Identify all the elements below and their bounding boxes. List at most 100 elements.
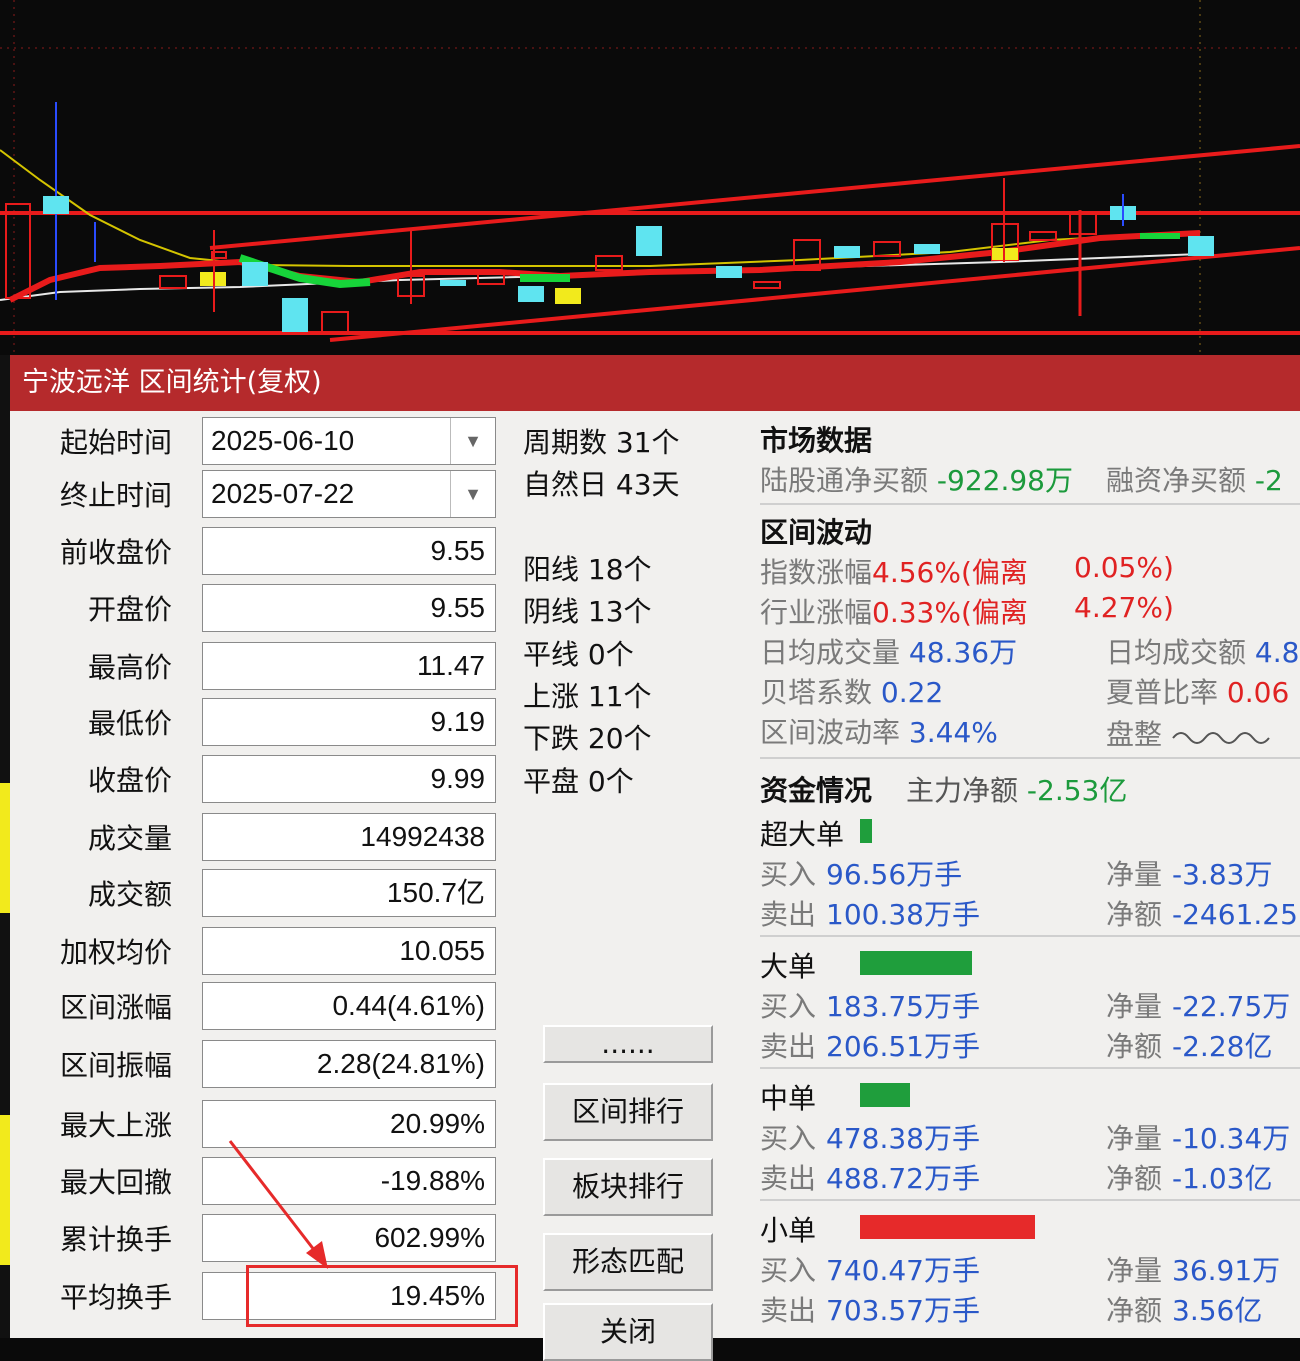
order-group-name: 小单 <box>760 1214 817 1247</box>
volatility-rate-value: 3.44% <box>908 716 998 749</box>
sector-rank-button[interactable]: 板块排行 <box>543 1158 713 1216</box>
volatility-rate: 区间波动率 3.44% <box>760 711 998 751</box>
divider <box>760 1067 1300 1069</box>
field-value-text: 11.47 <box>417 650 485 681</box>
sharpe: 夏普比率 0.06 <box>1106 671 1289 711</box>
field-label: 成交量 <box>87 822 172 855</box>
dialog-title[interactable]: 宁波远洋 区间统计(复权) <box>10 355 1300 411</box>
margin-net-buy-value: -2 <box>1254 464 1283 497</box>
avg-amount-value: 4.8 <box>1254 636 1300 669</box>
chevron-down-icon[interactable]: ▼ <box>450 418 495 464</box>
net-qty-label: 净量 <box>1106 1254 1163 1287</box>
net-qty-label: 净量 <box>1106 990 1163 1023</box>
red-arrow-icon <box>228 1140 328 1269</box>
buy-value: 478.38万手 <box>826 1122 980 1155</box>
field-value-text: 2025-07-22 <box>211 478 355 509</box>
field-value: 9.19 <box>202 698 496 746</box>
stat-periods: 周期数 31个 <box>523 426 680 459</box>
industry-change: 行业涨幅0.33%(偏离 <box>760 591 1028 631</box>
sell-value: 206.51万手 <box>826 1030 980 1063</box>
field-value: 11.47 <box>202 642 496 690</box>
field-value-text: 9.55 <box>430 592 486 623</box>
net-qty: 净量 -3.83万 <box>1106 853 1272 893</box>
field-label: 终止时间 <box>59 479 172 512</box>
yellow-strip <box>0 1115 10 1265</box>
close-button[interactable]: 关闭 <box>543 1303 713 1361</box>
industry-change-label: 行业涨幅 <box>760 596 873 629</box>
date-select[interactable]: 2025-07-22 ▼ <box>202 470 496 518</box>
net-qty-value: 36.91万 <box>1172 1254 1281 1287</box>
stat-down: 下跌 20个 <box>523 722 652 755</box>
interval-stats-dialog: 宁波远洋 区间统计(复权) 起始时间 2025-06-10 ▼ 终止时间 2025-07… <box>10 355 1300 1361</box>
order-group-bar <box>860 1083 910 1107</box>
order-group-name: 中单 <box>760 1082 817 1115</box>
net-amt-value: -2461.25 <box>1172 898 1298 931</box>
stat-yang: 阳线 18个 <box>523 553 652 586</box>
industry-deviation-value: 4.27%) <box>1074 591 1174 624</box>
field-value: 10.055 <box>202 927 496 975</box>
trend-label: 盘整 <box>1106 718 1163 751</box>
buy-label: 买入 <box>760 1122 817 1155</box>
hk-net-buy-value: -922.98万 <box>936 464 1073 497</box>
date-select[interactable]: 2025-06-10 ▼ <box>202 417 496 465</box>
field-label: 累计换手 <box>59 1223 172 1256</box>
field-value: 9.55 <box>202 584 496 632</box>
net-amt-label: 净额 <box>1106 1030 1163 1063</box>
sell-label: 卖出 <box>760 1162 817 1195</box>
buy-value: 740.47万手 <box>826 1254 980 1287</box>
sell-value: 100.38万手 <box>826 898 980 931</box>
beta-value: 0.22 <box>880 676 944 709</box>
field-label: 平均换手 <box>59 1281 172 1314</box>
field-value: 2.28(24.81%) <box>202 1040 496 1088</box>
sell: 卖出 206.51万手 <box>760 1025 980 1065</box>
sell: 卖出 703.57万手 <box>760 1289 980 1329</box>
stat-natural-days: 自然日 43天 <box>523 468 680 501</box>
avg-amount-label: 日均成交额 <box>1106 636 1247 669</box>
sell-label: 卖出 <box>760 1030 817 1063</box>
avg-volume: 日均成交量 48.36万 <box>760 631 1017 671</box>
field-value: 14992438 <box>202 813 496 861</box>
net-qty-value: -10.34万 <box>1172 1122 1291 1155</box>
beta-label: 贝塔系数 <box>760 676 873 709</box>
margin-net-buy-label: 融资净买额 <box>1106 464 1247 497</box>
chevron-down-icon[interactable]: ▼ <box>450 471 495 517</box>
volatility-heading: 区间波动 <box>760 516 873 549</box>
buy-label: 买入 <box>760 1254 817 1287</box>
field-label: 前收盘价 <box>59 536 172 569</box>
sell-value: 488.72万手 <box>826 1162 980 1195</box>
stat-yin: 阴线 13个 <box>523 595 652 628</box>
interval-rank-button[interactable]: 区间排行 <box>543 1083 713 1141</box>
net-qty: 净量 36.91万 <box>1106 1249 1280 1289</box>
main-net-label: 主力净额 <box>906 774 1019 807</box>
sell: 卖出 488.72万手 <box>760 1157 980 1197</box>
index-deviation-label: (偏离 <box>960 556 1028 589</box>
sharpe-value: 0.06 <box>1226 676 1290 709</box>
field-value-text: 20.99% <box>390 1108 485 1139</box>
field-value-text: 14992438 <box>360 821 485 852</box>
market-heading: 市场数据 <box>760 424 873 457</box>
field-value-text: 9.19 <box>430 706 486 737</box>
field-label: 最大上涨 <box>59 1109 172 1142</box>
industry-change-value: 0.33% <box>872 596 961 629</box>
net-amt: 净额 -1.03亿 <box>1106 1157 1272 1197</box>
buy: 买入 183.75万手 <box>760 985 980 1025</box>
net-amt-value: -2.28亿 <box>1172 1030 1273 1063</box>
net-amt-label: 净额 <box>1106 1162 1163 1195</box>
main-net-value: -2.53亿 <box>1026 774 1128 807</box>
field-label: 区间振幅 <box>59 1049 172 1082</box>
buy: 买入 740.47万手 <box>760 1249 980 1289</box>
candles <box>5 102 1214 335</box>
net-amt: 净额 -2461.25 <box>1106 893 1298 933</box>
net-qty: 净量 -10.34万 <box>1106 1117 1290 1157</box>
field-label: 最高价 <box>87 651 172 684</box>
pattern-match-button[interactable]: 形态匹配 <box>543 1233 713 1291</box>
sharpe-label: 夏普比率 <box>1106 676 1219 709</box>
beta: 贝塔系数 0.22 <box>760 671 943 711</box>
order-group-name: 超大单 <box>760 818 845 851</box>
net-amt-value: 3.56亿 <box>1172 1294 1263 1327</box>
net-qty-value: -22.75万 <box>1172 990 1291 1023</box>
buy-label: 买入 <box>760 990 817 1023</box>
sell: 卖出 100.38万手 <box>760 893 980 933</box>
more-button[interactable]: ...... <box>543 1025 713 1063</box>
field-value-text: 2025-06-10 <box>211 425 355 456</box>
